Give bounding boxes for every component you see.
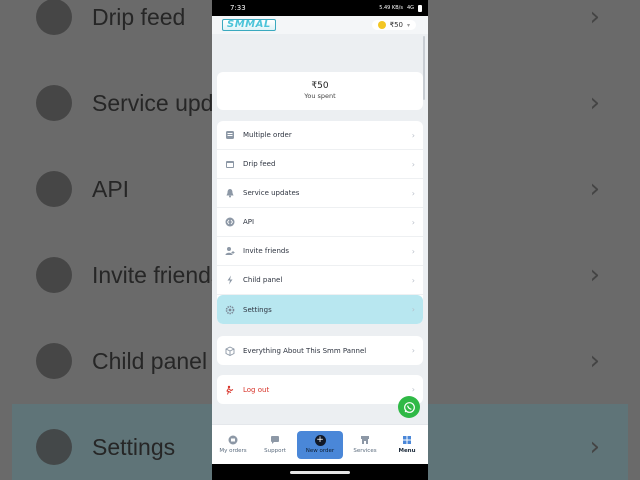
chevron-right-icon: › [411,346,415,355]
chevron-right-icon: › [411,305,415,314]
list-icon [225,130,235,140]
menu-item-settings[interactable]: Settings › [217,295,423,324]
box-icon [225,345,235,356]
chevron-right-icon: › [411,217,415,227]
app-header: SMMAL ₹50 ▾ [212,16,428,34]
menu-item-label: Service updates [243,189,300,197]
balance-chip[interactable]: ₹50 ▾ [371,20,416,30]
bg-label: API [92,175,130,202]
menu-item-label: Everything About This Smm Pannel [243,346,367,355]
nav-services[interactable]: Services [345,435,385,454]
whatsapp-icon [403,401,415,413]
menu-item-label: Child panel [243,276,283,284]
logout-label: Log out [243,385,270,394]
cart-icon [228,435,238,445]
grid-icon [403,436,411,444]
balance-value: ₹50 [389,21,403,29]
battery-icon [418,4,422,12]
net-speed: 5.49 KB/s [379,5,403,11]
nav-label: My orders [219,448,247,454]
chevron-right-icon: › [411,130,415,140]
chevron-right-icon: › [589,2,600,32]
chevron-down-icon: ▾ [406,21,410,29]
chevron-right-icon: › [589,346,600,376]
menu-item-label: Drip feed [243,160,276,168]
menu-item-label: API [243,218,255,226]
home-indicator[interactable] [290,471,350,474]
menu-item-about[interactable]: Everything About This Smm Pannel › [217,336,423,365]
menu-item-label: Invite friends [243,247,289,255]
chat-icon [271,436,279,444]
gear-icon [36,429,72,465]
chevron-right-icon: › [411,188,415,198]
phone-screen: 7:33 5.49 KB/s 4G SMMAL ₹50 ▾ ₹50 You sp… [212,0,428,480]
menu-item-service-updates[interactable]: Service updates › [217,179,423,208]
nav-my-orders[interactable]: My orders [213,435,253,454]
chevron-right-icon: › [411,385,415,394]
chevron-right-icon: › [411,275,415,285]
bg-label: Drip feed [92,3,186,30]
chevron-right-icon: › [589,432,600,462]
bottom-nav: My orders Support + New order Services M… [212,424,428,464]
add-user-icon [225,246,235,256]
add-user-icon [36,257,72,293]
bell-icon [36,85,72,121]
logout-icon [225,385,235,395]
calendar-icon [36,0,72,35]
network-type: 4G [406,5,414,11]
nav-label: Services [353,448,377,454]
chevron-right-icon: › [589,88,600,118]
spent-label: You spent [304,92,336,100]
bg-label: Invite friends [92,261,223,288]
code-icon [225,217,235,227]
nav-support[interactable]: Support [255,435,295,454]
nav-label: Menu [398,448,416,454]
chevron-right-icon: › [589,174,600,204]
status-time: 7:33 [230,4,246,12]
whatsapp-button[interactable] [398,396,420,418]
nav-new-order-button[interactable]: + New order [297,430,343,459]
menu-item-drip-feed[interactable]: Drip feed › [217,150,423,179]
chevron-right-icon: › [411,159,415,169]
gesture-area [212,464,428,480]
menu-item-api[interactable]: API › [217,208,423,237]
coin-icon [377,21,386,29]
scrollbar[interactable] [423,36,425,100]
plus-icon: + [314,435,326,446]
code-icon [36,171,72,207]
chevron-right-icon: › [589,260,600,290]
menu-item-multiple-order[interactable]: Multiple order › [217,121,423,150]
menu-item-label: Settings [243,305,272,314]
bolt-icon [225,275,235,285]
nav-menu[interactable]: Menu [387,435,427,454]
calendar-icon [225,159,235,169]
bolt-icon [36,343,72,379]
spent-value: ₹50 [311,81,329,91]
nav-label: New order [305,448,335,454]
menu-item-child-panel[interactable]: Child panel › [217,266,423,295]
store-icon [361,436,369,444]
menu-list: Multiple order › Drip feed › Service upd… [217,121,423,324]
spent-card: ₹50 You spent [217,72,423,110]
nav-label: Support [264,448,286,454]
status-bar: 7:33 5.49 KB/s 4G [212,0,428,16]
bg-label: Settings [92,433,176,460]
logout-button[interactable]: Log out › [217,375,423,404]
bg-label: Child panel [92,347,208,374]
status-indicators: 5.49 KB/s 4G [379,4,422,12]
chevron-right-icon: › [411,246,415,256]
bell-icon [225,188,235,198]
menu-item-invite-friends[interactable]: Invite friends › [217,237,423,266]
app-logo[interactable]: SMMAL [222,19,276,31]
gear-icon [225,305,235,315]
menu-item-label: Multiple order [243,131,292,139]
